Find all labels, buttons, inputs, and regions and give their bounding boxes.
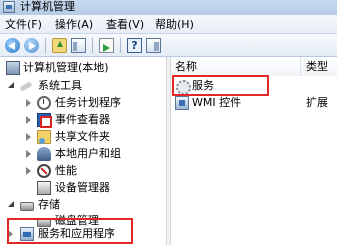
expand-arrow-icon[interactable] [26, 116, 31, 124]
up-folder-icon[interactable] [52, 38, 67, 53]
menu-help[interactable]: 帮助(H) [155, 17, 194, 32]
menu-file[interactable]: 文件(F) [5, 17, 42, 32]
users-icon [37, 147, 51, 161]
list-view: 名称 类型 服务 WMI 控件 扩展 [171, 57, 337, 245]
tree-item-local-users-groups[interactable]: 本地用户和组 [0, 145, 166, 163]
tree-label: 事件查看器 [55, 113, 110, 126]
console-tree: 计算机管理(本地) 系统工具 任务计划程序 事件查看器 共享文件夹 本地用户和组… [0, 57, 166, 245]
collapse-arrow-icon[interactable] [8, 201, 14, 207]
computer-management-icon [3, 1, 15, 13]
highlight-box [7, 218, 133, 244]
event-viewer-icon [37, 113, 52, 128]
storage-icon [20, 202, 34, 211]
clock-icon [37, 96, 51, 110]
export-list-icon[interactable] [99, 38, 114, 53]
computer-management-icon [6, 61, 20, 75]
tree-label: 本地用户和组 [55, 147, 121, 160]
toolbar-separator [120, 38, 121, 53]
performance-icon [37, 164, 51, 178]
show-hide-console-tree-icon[interactable] [71, 38, 86, 53]
column-header-type[interactable]: 类型 [302, 57, 337, 76]
toolbar-separator [45, 38, 46, 53]
tree-item-task-scheduler[interactable]: 任务计划程序 [0, 94, 166, 112]
menu-view[interactable]: 查看(V) [106, 17, 144, 32]
list-item-name: WMI 控件 [192, 96, 242, 109]
wmi-control-icon [175, 96, 189, 110]
tree-item-performance[interactable]: 性能 [0, 162, 166, 180]
tree-label: 系统工具 [38, 79, 82, 92]
collapse-arrow-icon[interactable] [8, 82, 14, 88]
expand-arrow-icon[interactable] [26, 99, 31, 107]
shared-folder-icon [37, 130, 51, 144]
show-hide-action-pane-icon[interactable] [146, 38, 161, 53]
tree-item-system-tools[interactable]: 系统工具 [0, 77, 166, 95]
menu-bar: 文件(F) 操作(A) 查看(V) 帮助(H) [0, 15, 337, 34]
tree-label: 设备管理器 [55, 181, 110, 194]
highlight-box [172, 75, 269, 96]
toolbar: ? [0, 34, 337, 57]
window-title: 计算机管理 [20, 0, 75, 13]
tools-icon [19, 81, 33, 92]
forward-arrow-icon[interactable] [24, 38, 39, 53]
tree-item-shared-folders[interactable]: 共享文件夹 [0, 128, 166, 146]
expand-arrow-icon[interactable] [26, 150, 31, 158]
device-manager-icon [37, 181, 51, 195]
toolbar-separator [92, 38, 93, 53]
tree-label: 共享文件夹 [55, 130, 110, 143]
tree-label: 性能 [55, 164, 77, 177]
tree-label: 计算机管理(本地) [23, 61, 109, 74]
tree-item-root[interactable]: 计算机管理(本地) [0, 59, 166, 77]
tree-label: 任务计划程序 [55, 96, 121, 109]
title-bar: 计算机管理 [0, 0, 337, 15]
list-item-wmi-control[interactable]: WMI 控件 扩展 [171, 94, 337, 112]
expand-arrow-icon[interactable] [26, 133, 31, 141]
expand-arrow-icon[interactable] [26, 167, 31, 175]
list-item-type: 扩展 [306, 96, 328, 109]
help-icon[interactable]: ? [127, 38, 142, 53]
column-header-name[interactable]: 名称 [171, 57, 301, 76]
tree-item-event-viewer[interactable]: 事件查看器 [0, 111, 166, 129]
menu-action[interactable]: 操作(A) [55, 17, 93, 32]
tree-item-device-manager[interactable]: 设备管理器 [0, 179, 166, 197]
back-arrow-icon[interactable] [5, 38, 20, 53]
